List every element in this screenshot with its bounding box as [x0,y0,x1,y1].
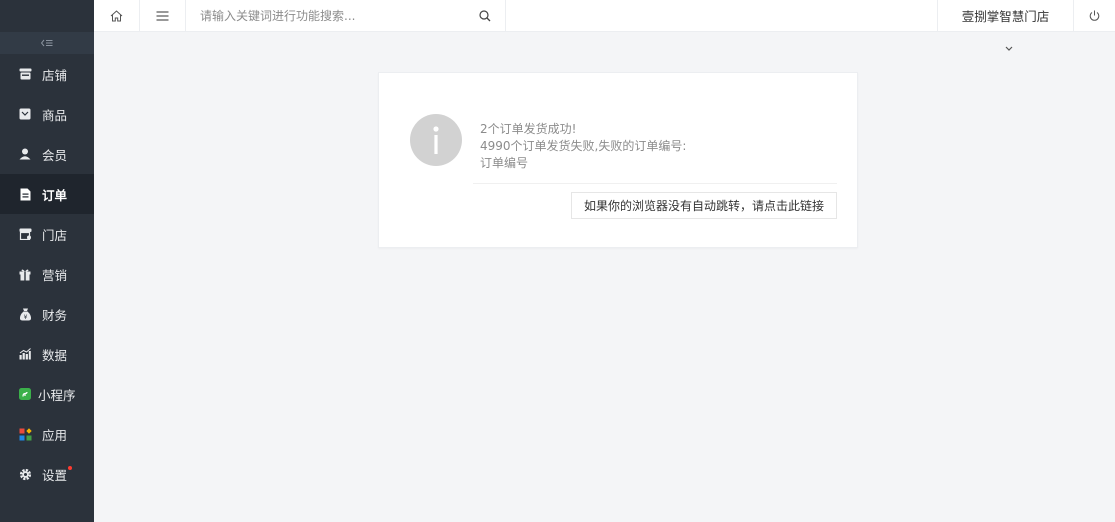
sidebar-item-label: 门店 [42,227,68,243]
store-name-button[interactable]: 壹捌掌智慧门店 [937,0,1073,31]
redirect-link-button[interactable]: 如果你的浏览器没有自动跳转，请点击此链接 [570,192,837,219]
sidebar-item-label: 店铺 [42,67,68,83]
search-icon[interactable] [479,9,491,22]
sidebar-item-store[interactable]: 店铺 [0,54,94,94]
info-icon [410,114,462,166]
message-card: 2个订单发货成功! 4990个订单发货失败,失败的订单编号: 订单编号 如果你的… [378,72,858,248]
sidebar-item-label: 订单 [42,187,68,203]
menu-icon [156,10,169,21]
order-icon [18,187,32,201]
sidebar-item-label: 商品 [42,107,68,123]
search-input[interactable] [200,8,479,23]
sidebar-item-label: 设置 [42,467,68,483]
menu-toggle-button[interactable] [140,0,186,31]
goods-icon [18,107,32,121]
member-icon [18,147,32,161]
sidebar-item-label: 应用 [42,427,68,443]
miniprogram-icon [18,387,32,401]
finance-icon: ¥ [18,307,32,321]
sidebar-item-shop[interactable]: 门店 [0,214,94,254]
sidebar-item-label: 小程序 [38,387,76,403]
sidebar-item-miniprogram[interactable]: 小程序 [0,374,94,414]
chevron-down-icon[interactable] [1005,44,1013,54]
order-number-label: 订单编号 [480,156,529,170]
sidebar-item-data[interactable]: 数据 [0,334,94,374]
failure-message: 4990个订单发货失败,失败的订单编号: [480,139,687,153]
sidebar-item-member[interactable]: 会员 [0,134,94,174]
sidebar: 店铺 商品 会员 订单 门店 营销 ¥ 财务 数据 小程序 应用 设置 [0,0,94,522]
chart-icon [18,347,32,361]
power-icon [1089,10,1100,21]
apps-icon [18,427,32,441]
sidebar-item-finance[interactable]: ¥ 财务 [0,294,94,334]
sidebar-item-label: 营销 [42,267,68,283]
svg-text:¥: ¥ [23,314,27,321]
sidebar-item-marketing[interactable]: 营销 [0,254,94,294]
sidebar-item-label: 财务 [42,307,68,323]
message-text: 2个订单发货成功! 4990个订单发货失败,失败的订单编号: 订单编号 [480,121,686,172]
top-bar: 壹捌掌智慧门店 [94,0,1115,32]
home-button[interactable] [94,0,140,31]
sidebar-item-goods[interactable]: 商品 [0,94,94,134]
home-icon [110,9,123,21]
gift-icon [18,267,32,281]
shop-icon [18,227,32,241]
success-message: 2个订单发货成功! [480,122,577,136]
sidebar-item-settings[interactable]: 设置 [0,454,94,494]
sidebar-item-label: 数据 [42,347,68,363]
sidebar-collapse-button[interactable] [0,32,94,54]
store-icon [18,67,32,81]
logout-button[interactable] [1073,0,1115,31]
search-box [186,0,506,31]
top-bar-spacer [506,0,937,31]
collapse-icon [41,39,53,47]
sidebar-logo-area [0,0,94,32]
sidebar-item-apps[interactable]: 应用 [0,414,94,454]
notification-dot [68,466,72,470]
sidebar-item-label: 会员 [42,147,68,163]
sidebar-item-order[interactable]: 订单 [0,174,94,214]
gear-icon [18,467,32,481]
divider [473,183,837,184]
